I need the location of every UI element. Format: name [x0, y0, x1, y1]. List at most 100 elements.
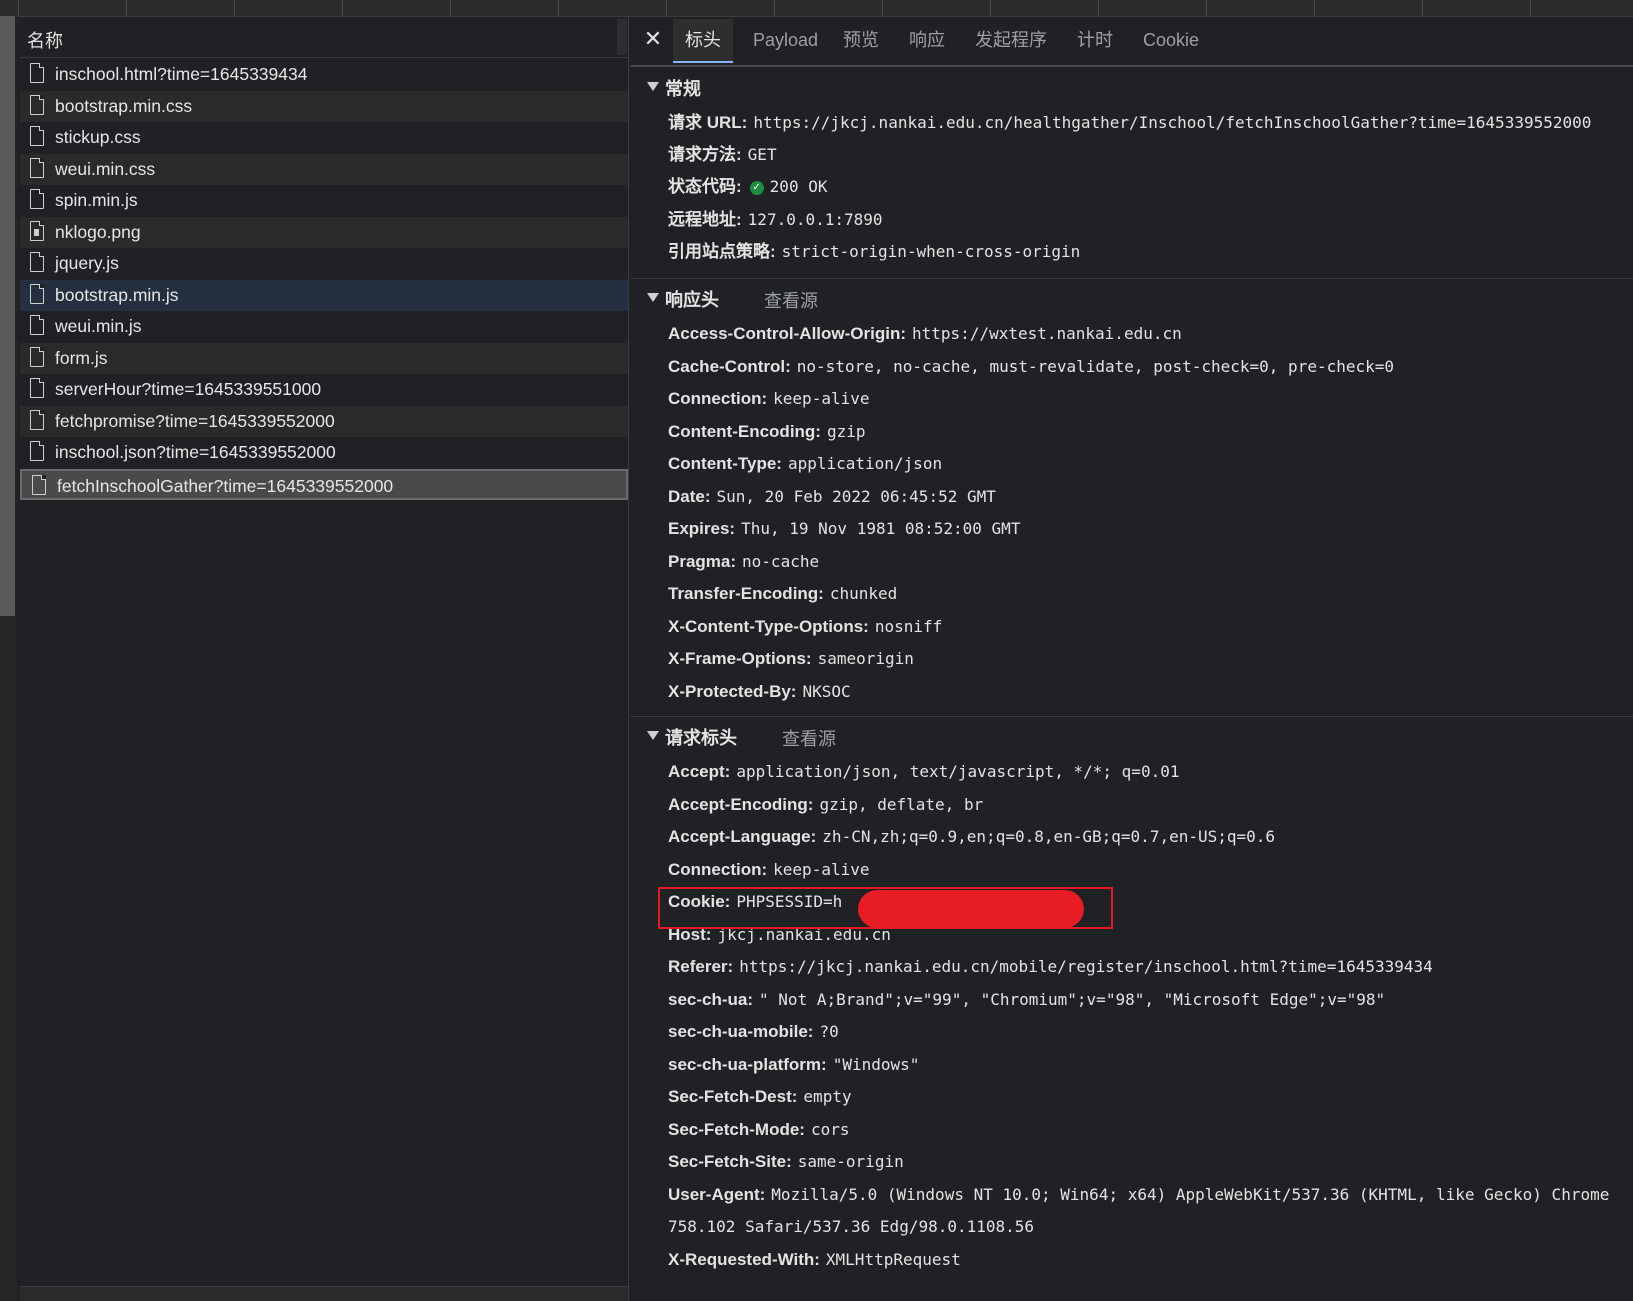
header-row: Access-Control-Allow-Origin: https://wxte…: [668, 319, 1182, 349]
header-row: Content-Type: application/json: [668, 449, 942, 479]
header-row: 请求方法: GET: [668, 140, 777, 170]
header-value: same-origin: [797, 1152, 904, 1171]
section-title: 请求标头: [665, 728, 737, 748]
header-key: Referer:: [668, 957, 734, 976]
header-value: https://wxtest.nankai.edu.cn: [912, 324, 1182, 343]
document-icon: [30, 252, 44, 272]
tab-cookies[interactable]: Cookie: [1131, 19, 1211, 61]
request-row[interactable]: inschool.json?time=1645339552000: [20, 437, 628, 469]
header-row: Content-Encoding: gzip: [668, 417, 866, 447]
header-key: 远程地址:: [668, 209, 742, 229]
tab-headers[interactable]: 标头: [673, 19, 733, 63]
header-row: X-Requested-With: XMLHttpRequest: [668, 1245, 961, 1275]
view-source-link[interactable]: 查看源: [782, 725, 836, 751]
header-key: Access-Control-Allow-Origin:: [668, 324, 907, 343]
response-headers-section-header[interactable]: 响应头 查看源: [631, 278, 1633, 315]
close-icon[interactable]: ✕: [643, 28, 663, 50]
request-headers-section-header[interactable]: 请求标头 查看源: [631, 716, 1633, 753]
request-name: inschool.html?time=1645339434: [55, 64, 308, 84]
header-value: XMLHttpRequest: [825, 1249, 961, 1269]
header-value: no-cache: [742, 551, 820, 571]
header-row: X-Content-Type-Options: nosniff: [668, 612, 942, 642]
header-value: application/json, text/javascript, */*; …: [736, 762, 1180, 781]
document-icon: [32, 474, 46, 495]
header-row: 758.102 Safari/537.36 Edg/98.0.1108.56: [668, 1212, 1034, 1242]
header-key: Accept:: [668, 762, 731, 781]
request-row[interactable]: bootstrap.min.css: [20, 90, 628, 122]
name-column-header[interactable]: 名称: [20, 17, 628, 58]
header-row: 远程地址: 127.0.0.1:7890: [668, 205, 883, 235]
request-name: fetchInschoolGather?time=1645339552000: [57, 475, 394, 496]
request-row[interactable]: fetchpromise?time=1645339552000: [20, 405, 628, 437]
header-row: X-Frame-Options: sameorigin: [668, 644, 914, 674]
request-row[interactable]: jquery.js: [20, 248, 628, 280]
header-value: nosniff: [874, 616, 943, 636]
header-key: Date:: [668, 486, 711, 506]
column-resize-handle[interactable]: [617, 19, 627, 55]
header-row: Cache-Control: no-store, no-cache, must-r…: [668, 352, 1394, 382]
status-ok-icon: ✓: [749, 181, 764, 196]
document-icon: [30, 283, 44, 304]
header-value: Mozilla/5.0 (Windows NT 10.0; Win64; x64…: [771, 1184, 1610, 1204]
header-value: "Windows": [832, 1054, 920, 1074]
header-key: X-Content-Type-Options:: [668, 616, 869, 636]
header-value: GET: [747, 145, 777, 165]
header-key: 状态代码:: [668, 177, 742, 197]
header-key: Connection:: [668, 859, 768, 879]
toolbar-divider: [774, 0, 775, 16]
request-row[interactable]: nklogo.png: [20, 216, 628, 248]
toolbar-divider: [1314, 0, 1315, 16]
header-key: 请求方法:: [668, 145, 742, 165]
header-row: User-Agent: Mozilla/5.0 (Windows NT 10.0;…: [668, 1180, 1609, 1210]
request-name: weui.min.js: [55, 316, 142, 336]
collapse-triangle-icon[interactable]: [647, 82, 659, 91]
tab-payload[interactable]: Payload: [741, 19, 830, 61]
header-key: Sec-Fetch-Dest:: [668, 1087, 798, 1106]
tab-preview[interactable]: 预览: [831, 19, 891, 61]
toolbar-divider: [1206, 0, 1207, 16]
tab-response[interactable]: 响应: [897, 19, 957, 61]
header-row: 引用站点策略: strict-origin-when-cross-origin: [668, 237, 1080, 267]
request-row[interactable]: bootstrap.min.js: [20, 279, 628, 311]
header-value: " Not A;Brand";v="99", "Chromium";v="98"…: [759, 989, 1386, 1009]
header-row: Referer: https://jkcj.nankai.edu.cn/mobil…: [668, 952, 1433, 982]
header-key: X-Protected-By:: [668, 681, 797, 701]
header-row: 请求 URL: https://jkcj.nankai.edu.cn/health…: [668, 108, 1591, 138]
header-key: Sec-Fetch-Site:: [668, 1152, 792, 1171]
request-row[interactable]: inschool.html?time=1645339434: [20, 59, 628, 91]
request-row[interactable]: weui.min.css: [20, 153, 628, 185]
request-row[interactable]: serverHour?time=1645339551000: [20, 374, 628, 406]
tab-timing[interactable]: 计时: [1065, 19, 1125, 61]
toolbar-divider: [990, 0, 991, 16]
header-value: cors: [810, 1119, 850, 1139]
header-row: Connection: keep-alive: [668, 855, 869, 885]
collapse-triangle-icon[interactable]: [647, 731, 659, 740]
request-name: serverHour?time=1645339551000: [55, 379, 322, 399]
general-section-header[interactable]: 常规: [631, 68, 1633, 104]
request-row[interactable]: form.js: [20, 342, 628, 374]
section-title: 常规: [665, 79, 701, 99]
request-details-panel: ✕ 标头 Payload 预览 响应 发起程序 计时 Cookie 常规 请求 …: [631, 17, 1633, 1301]
left-scrollbar-thumb[interactable]: [0, 16, 15, 616]
header-key: 引用站点策略:: [668, 241, 776, 261]
header-value: zh-CN,zh;q=0.9,en;q=0.8,en-GB;q=0.7,en-U…: [822, 827, 1276, 846]
header-key: Sec-Fetch-Mode:: [668, 1119, 805, 1139]
request-row[interactable]: spin.min.js: [20, 185, 628, 217]
header-value: ?0: [819, 1022, 839, 1041]
header-key: sec-ch-ua-mobile:: [668, 1022, 814, 1041]
document-icon: [30, 63, 44, 83]
top-toolbar-strip: [0, 0, 1633, 17]
header-row: Accept: application/json, text/javascript…: [668, 757, 1179, 787]
tab-initiator[interactable]: 发起程序: [963, 19, 1059, 61]
header-value: 758.102 Safari/537.36 Edg/98.0.1108.56: [668, 1217, 1035, 1236]
document-icon: [30, 315, 44, 335]
request-name: nklogo.png: [55, 221, 141, 242]
request-row[interactable]: stickup.css: [20, 122, 628, 154]
header-key: Transfer-Encoding:: [668, 584, 824, 603]
collapse-triangle-icon[interactable]: [647, 293, 659, 302]
request-list-panel: 名称 inschool.html?time=1645339434 bootstra…: [20, 17, 629, 1301]
view-source-link[interactable]: 查看源: [764, 287, 818, 313]
request-row[interactable]: weui.min.js: [20, 311, 628, 343]
request-list: inschool.html?time=1645339434 bootstrap.m…: [20, 59, 628, 500]
request-row[interactable]: fetchInschoolGather?time=1645339552000: [20, 468, 628, 500]
